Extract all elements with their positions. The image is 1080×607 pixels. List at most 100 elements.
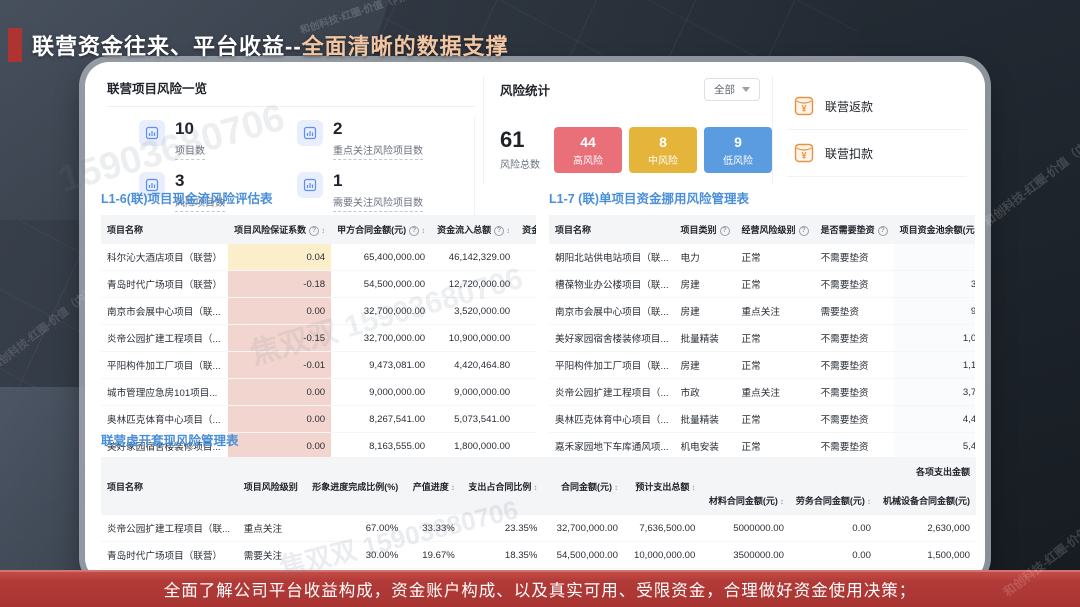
col-header-labor-contract[interactable]: 劳务合同金额(元)↕ (790, 486, 877, 515)
inflow-cell: 3,520,000.00 (431, 298, 516, 325)
sort-icon[interactable]: ↕ (614, 483, 618, 492)
page-title: 联营资金往来、平台收益--全面清晰的数据支撑 (32, 29, 509, 61)
badge-label: 低风险 (723, 152, 753, 167)
labor-contract-cell[interactable]: 0.00 (790, 542, 877, 569)
sort-icon[interactable]: ↕ (506, 226, 510, 235)
fund-pool-balance-cell[interactable]: 374,333 (894, 271, 975, 298)
action-item[interactable]: ¥ 联营返款 (787, 83, 967, 130)
fund-pool-balance-cell[interactable]: 951,900 (894, 298, 975, 325)
fund-pool-balance-cell[interactable]: 1,096,000 (894, 325, 975, 352)
project-name-link[interactable]: 平阳构件加工厂项目（联... (101, 352, 228, 379)
inflow-cell: 46,142,329.00 (431, 244, 516, 271)
action-item[interactable]: ¥ 联营扣款 (787, 130, 967, 177)
col-header-category[interactable]: 项目类别? (675, 215, 736, 244)
sort-icon[interactable]: ↕ (321, 226, 325, 235)
col-header-project-name: 项目名称 (101, 457, 238, 515)
contract-amount-cell[interactable]: 32,700,000.00 (331, 298, 431, 325)
project-name-link[interactable]: 朝阳北站供电站项目（联... (549, 244, 675, 271)
table-row: 青岛时代广场项目（联营） -0.18 54,500,000.00 12,720,… (101, 271, 536, 298)
sort-icon[interactable]: ↕ (780, 497, 784, 506)
sort-icon[interactable]: ↕ (421, 226, 425, 235)
contract-amount-cell[interactable]: 65,400,000.00 (331, 244, 431, 271)
project-name-link[interactable]: 平阳构件加工厂项目（联... (549, 352, 675, 379)
material-contract-cell[interactable]: 5000000.00 (701, 515, 790, 542)
sort-icon[interactable]: ↕ (451, 483, 455, 492)
help-icon[interactable]: ? (720, 226, 730, 236)
col-header-inflow-total[interactable]: 资金流入总额?↕ (431, 215, 516, 244)
sort-icon[interactable]: ↕ (691, 483, 695, 492)
help-icon[interactable]: ? (309, 226, 319, 236)
footer-banner: 全面了解公司平台收益构成，资金账户构成、以及真实可用、受限资金，合理做好资金使用… (0, 570, 1080, 607)
fund-misuse-table: 项目名称 项目类别? 经营风险级别? 是否需要垫资? 项目资金池余额(元)(元)… (549, 215, 975, 460)
fund-pool-balance-cell[interactable]: 3,733,500 (894, 379, 975, 406)
project-name-link[interactable]: 城市管理应急房101项目... (101, 379, 228, 406)
advance-needed-cell: 不需要垫资 (815, 325, 894, 352)
project-name-link[interactable]: 南京市会展中心项目（联... (101, 298, 228, 325)
contract-amount-cell[interactable]: 32,700,000.00 (331, 325, 431, 352)
col-header-output-progress[interactable]: 产值进度↕ (404, 457, 461, 515)
title-accent-block (8, 28, 22, 62)
svg-text:¥: ¥ (801, 151, 806, 161)
risk-coefficient-cell: -0.01 (228, 352, 331, 379)
project-name-link[interactable]: 科尔沁大酒店项目（联营） (101, 244, 228, 271)
project-name-link[interactable]: 炎帝公园扩建工程项目（... (101, 325, 228, 352)
operating-risk-cell: 正常 (736, 271, 815, 298)
fund-pool-balance-cell[interactable]: 4,421,335 (894, 406, 975, 433)
col-header-contract-amount[interactable]: 合同金额(元)↕ (543, 457, 624, 515)
project-name-link[interactable]: 青岛时代广场项目（联营） (101, 271, 228, 298)
col-header-contract-amount[interactable]: 甲方合同金额(元)?↕ (331, 215, 431, 244)
stat-icon (297, 120, 323, 146)
fund-pool-balance-cell[interactable]: 1,132,362 (894, 352, 975, 379)
operating-risk-cell: 正常 (736, 244, 815, 271)
contract-amount-cell[interactable]: 32,700,000.00 (543, 515, 624, 542)
risk-coefficient-cell: 0.00 (228, 298, 331, 325)
contract-amount-cell[interactable]: 54,500,000.00 (543, 542, 624, 569)
stat-item: 2 重点关注风险项目数 (291, 117, 475, 169)
col-header-fund-pool-balance[interactable]: 项目资金池余额(元)(元)? (894, 215, 975, 244)
col-header-spend-ratio[interactable]: 支出占合同比例↕ (461, 457, 544, 515)
help-icon[interactable]: ? (799, 226, 809, 236)
help-icon[interactable]: ? (494, 226, 504, 236)
project-name-link[interactable]: 南京市会展中心项目（联... (549, 298, 675, 325)
project-name-link[interactable]: 奥林匹克体育中心项目（... (101, 406, 228, 433)
col-header-machine-contract: 机械设备合同金额(元) (877, 486, 976, 515)
table-row: 炎帝公园扩建工程项目（... 市政 重点关注 不需要垫资 3,733,500 (549, 379, 975, 406)
col-header-advance-needed[interactable]: 是否需要垫资? (815, 215, 894, 244)
project-name-link[interactable]: 炎帝公园扩建工程项目（... (549, 379, 675, 406)
col-header-estimated-spend[interactable]: 预计支出总额↕ (624, 457, 701, 515)
badge-label: 高风险 (573, 152, 603, 167)
col-header-operating-risk[interactable]: 经营风险级别? (736, 215, 815, 244)
col-header-risk-level: 项目风险级别 (238, 457, 305, 515)
project-name-link[interactable]: 美好家园宿舍楼装修项目... (549, 325, 675, 352)
advance-needed-cell: 不需要垫资 (815, 352, 894, 379)
sort-icon[interactable]: ↕ (533, 483, 537, 492)
labor-contract-cell[interactable]: 0.00 (790, 515, 877, 542)
machine-contract-cell[interactable]: 2,630,000 (877, 515, 976, 542)
risk-filter-select[interactable]: 全部 (704, 78, 760, 101)
project-name-link[interactable]: 槽葆物业办公楼项目（联... (549, 271, 675, 298)
col-header-risk-coefficient[interactable]: 项目风险保证系数?↕ (228, 215, 331, 244)
contract-amount-cell[interactable]: 9,473,081.00 (331, 352, 431, 379)
table-row: 科尔沁大酒店项目（联营） 0.04 65,400,000.00 46,142,3… (101, 244, 536, 271)
operating-risk-cell: 正常 (736, 352, 815, 379)
fund-pool-balance-cell[interactable]: 0 (894, 244, 975, 271)
project-name-link[interactable]: 奥林匹克体育中心项目（... (549, 406, 675, 433)
material-contract-cell[interactable]: 3500000.00 (701, 542, 790, 569)
image-progress-cell: 67.00% (304, 515, 404, 542)
advance-needed-cell: 不需要垫资 (815, 271, 894, 298)
summary-row: 联营项目风险一览 (101, 74, 971, 186)
contract-amount-cell[interactable]: 54,500,000.00 (331, 271, 431, 298)
contract-amount-cell[interactable]: 8,267,541.00 (331, 406, 431, 433)
col-header-project-name: 项目名称 (549, 215, 675, 244)
stat-value: 10 (175, 120, 205, 138)
sort-icon[interactable]: ↕ (867, 497, 871, 506)
help-icon[interactable]: ? (878, 226, 888, 236)
project-name-link[interactable]: 青岛时代广场项目（联营） (101, 542, 238, 569)
risk-level-badge: 8 中风险 (629, 127, 697, 173)
col-header-material-contract[interactable]: 材料合同金额(元)↕ (701, 486, 790, 515)
help-icon[interactable]: ? (409, 226, 419, 236)
machine-contract-cell[interactable]: 1,500,000 (877, 542, 976, 569)
contract-amount-cell[interactable]: 9,000,000.00 (331, 379, 431, 406)
risk-level-badge: 9 低风险 (704, 127, 772, 173)
project-name-link[interactable]: 炎帝公园扩建工程项目（联... (101, 515, 238, 542)
